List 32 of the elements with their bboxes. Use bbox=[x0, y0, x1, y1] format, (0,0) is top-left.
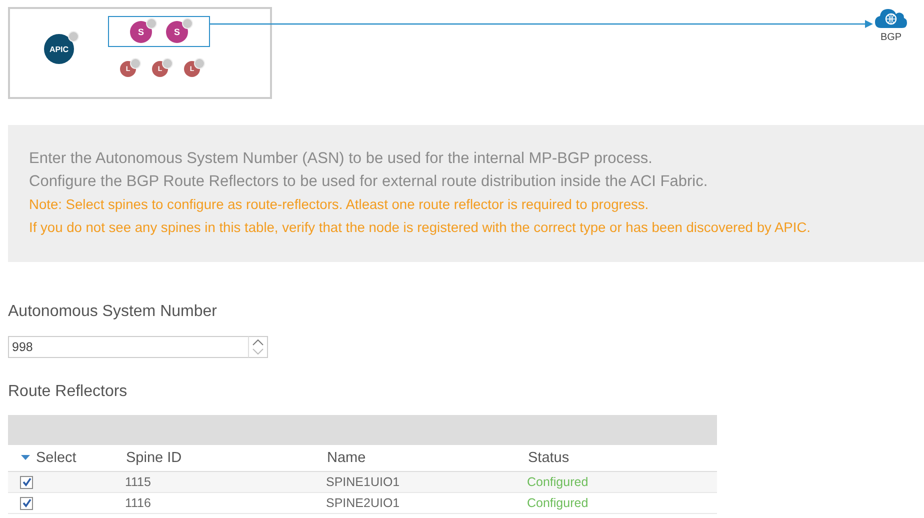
spine-node[interactable]: S bbox=[130, 20, 152, 42]
status-text: Configured bbox=[527, 475, 588, 489]
info-text: If you do not see any spines in this table, verify that the node is registered with the correct type or has been discovered by APIC. bbox=[29, 219, 812, 237]
controller-node[interactable]: APIC bbox=[44, 34, 74, 64]
info-text: Enter the Autonomous System Number (ASN) to be used for the internal MP-BGP process. bbox=[29, 149, 654, 169]
badge-icon bbox=[162, 58, 173, 69]
checkbox[interactable] bbox=[20, 496, 33, 510]
status-text: Configured bbox=[527, 496, 588, 510]
badge-icon bbox=[130, 58, 141, 69]
column-header[interactable]: Spine ID bbox=[126, 450, 182, 466]
spine-node[interactable]: S bbox=[166, 20, 188, 42]
table-cell: SPINE2UIO1 bbox=[326, 496, 400, 510]
column-header[interactable]: Select bbox=[36, 450, 76, 466]
field-label: Autonomous System Number bbox=[8, 303, 218, 321]
table-cell: 1116 bbox=[125, 496, 151, 510]
cloud-globe-icon[interactable] bbox=[874, 6, 908, 30]
info-text: Note: Select spines to configure as route-reflectors. Atleast one route reflector is required to progress. bbox=[29, 196, 650, 214]
asn-field[interactable]: 998 bbox=[8, 336, 248, 358]
badge-icon bbox=[146, 18, 157, 28]
column-header[interactable]: Name bbox=[327, 450, 366, 466]
table-cell: 1115 bbox=[125, 475, 151, 489]
column-header[interactable]: Status bbox=[528, 450, 570, 466]
sort-icon[interactable] bbox=[21, 455, 30, 461]
badge-icon bbox=[68, 31, 79, 42]
badge-icon bbox=[194, 58, 205, 69]
badge-icon bbox=[182, 18, 193, 28]
info-text: Configure the BGP Route Reflectors to be used for external route distribution inside the ACI Fabric. bbox=[29, 172, 709, 192]
table-cell: SPINE1UIO1 bbox=[326, 475, 400, 489]
stepper-icon[interactable] bbox=[248, 336, 268, 358]
section-title: Route Reflectors bbox=[8, 383, 128, 401]
external-label: BGP bbox=[880, 32, 902, 43]
checkbox[interactable] bbox=[20, 476, 33, 488]
